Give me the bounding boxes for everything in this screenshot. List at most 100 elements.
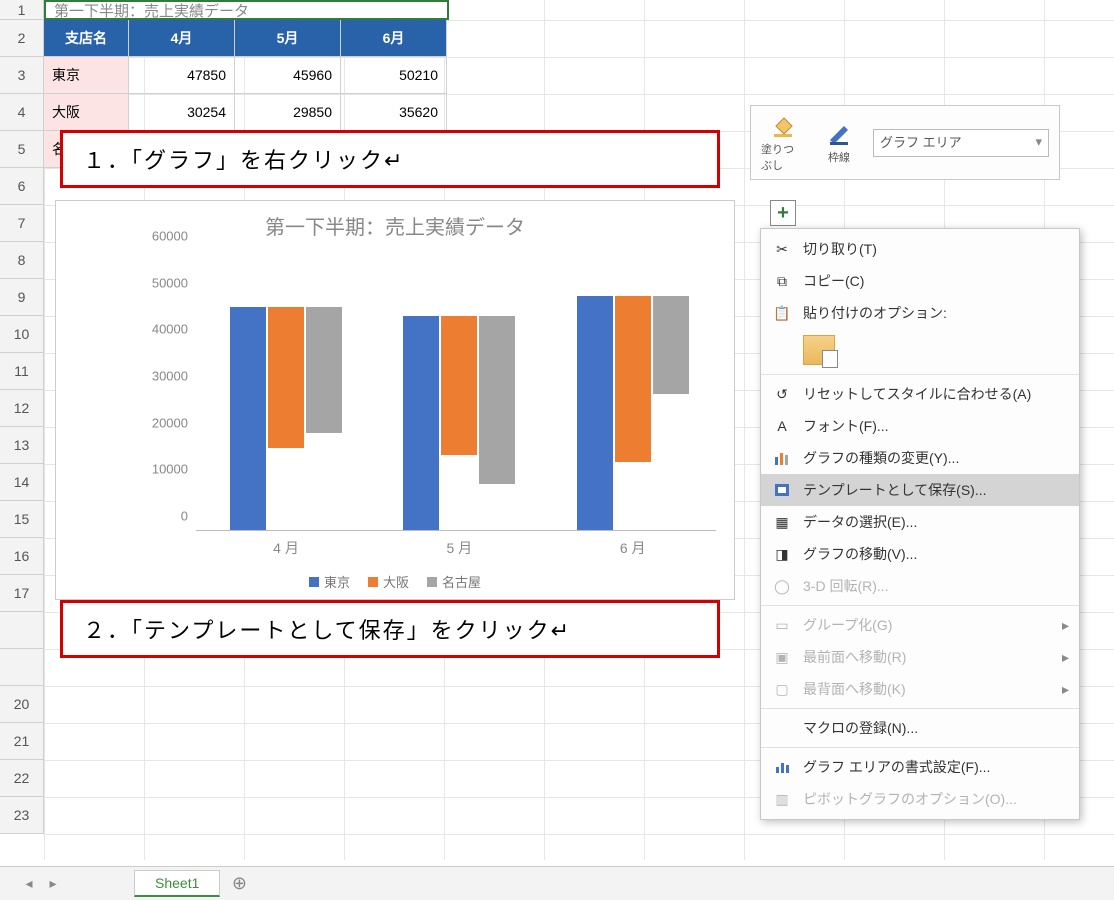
sheet-tab[interactable]: Sheet1 (134, 870, 220, 897)
bar[interactable] (577, 296, 613, 530)
outline-button[interactable]: 枠線 (817, 121, 861, 165)
submenu-arrow-icon: ▸ (1062, 617, 1069, 634)
reset-icon: ↺ (771, 385, 793, 403)
legend-swatch-icon (368, 577, 378, 587)
cell[interactable]: 30254 (129, 94, 235, 131)
format-icon (771, 758, 793, 776)
row-header[interactable]: 21 (0, 723, 44, 760)
font-icon: A (771, 417, 793, 435)
row-header[interactable]: 15 (0, 501, 44, 538)
row-header[interactable]: 16 (0, 538, 44, 575)
bar-group: 6 月 (563, 296, 703, 530)
menu-separator (761, 708, 1079, 709)
menu-select-data[interactable]: ▦ データの選択(E)... (761, 506, 1079, 538)
row-headers: 1 2 3 4 5 6 7 8 9 10 11 12 13 14 15 16 1… (0, 0, 44, 834)
menu-label: 最前面へ移動(R) (803, 647, 906, 667)
row-header[interactable]: 11 (0, 353, 44, 390)
legend-item[interactable]: 大阪 (368, 572, 409, 591)
cell[interactable]: 35620 (341, 94, 447, 131)
row-header[interactable]: 7 (0, 205, 44, 242)
legend-item[interactable]: 東京 (309, 572, 350, 591)
cell[interactable]: 29850 (235, 94, 341, 131)
menu-save-as-template[interactable]: テンプレートとして保存(S)... (761, 474, 1079, 506)
cell[interactable]: 47850 (129, 57, 235, 94)
menu-label: 切り取り(T) (803, 239, 877, 259)
row-header[interactable] (0, 649, 44, 686)
row-header[interactable]: 22 (0, 760, 44, 797)
bar[interactable] (403, 316, 439, 530)
row-header[interactable]: 5 (0, 131, 44, 168)
menu-separator (761, 747, 1079, 748)
y-tick: 50000 (152, 275, 188, 290)
cell[interactable]: 50210 (341, 57, 447, 94)
cell[interactable]: 45960 (235, 57, 341, 94)
row-header[interactable]: 14 (0, 464, 44, 501)
chart-plus-button[interactable]: + (770, 200, 796, 226)
move-chart-icon: ◨ (771, 545, 793, 563)
bar[interactable] (479, 316, 515, 484)
menu-paste-icon[interactable] (761, 329, 1079, 371)
title-cell[interactable]: 第一下半期：売上実績データ (44, 0, 449, 20)
row-header[interactable] (0, 612, 44, 649)
bar[interactable] (441, 316, 477, 455)
row-header[interactable]: 6 (0, 168, 44, 205)
y-axis: 0100002000030000400005000060000 (136, 251, 196, 531)
menu-separator (761, 374, 1079, 375)
menu-reset-style[interactable]: ↺ リセットしてスタイルに合わせる(A) (761, 378, 1079, 410)
header-name[interactable]: 支店名 (44, 20, 129, 57)
menu-label: 貼り付けのオプション: (803, 303, 947, 323)
row-header[interactable]: 12 (0, 390, 44, 427)
bar[interactable] (230, 307, 266, 530)
bar[interactable] (615, 296, 651, 462)
menu-font[interactable]: A フォント(F)... (761, 410, 1079, 442)
tab-nav-prev[interactable]: ◂ (20, 875, 38, 892)
row-header[interactable]: 13 (0, 427, 44, 464)
row-header[interactable]: 9 (0, 279, 44, 316)
clipboard-icon: 📋 (771, 304, 793, 322)
menu-group: ▭ グループ化(G) ▸ (761, 609, 1079, 641)
header-m3[interactable]: 6月 (341, 20, 447, 57)
select-data-icon: ▦ (771, 513, 793, 531)
pivot-icon: ▥ (771, 790, 793, 808)
menu-cut[interactable]: ✂ 切り取り(T) (761, 233, 1079, 265)
menu-change-chart-type[interactable]: グラフの種類の変更(Y)... (761, 442, 1079, 474)
bar[interactable] (306, 307, 342, 433)
cell[interactable]: 東京 (44, 57, 129, 94)
row-header[interactable]: 1 (0, 0, 44, 20)
row-header[interactable]: 17 (0, 575, 44, 612)
menu-label: ピボットグラフのオプション(O)... (803, 789, 1017, 809)
header-m2[interactable]: 5月 (235, 20, 341, 57)
add-sheet-button[interactable]: ⊕ (226, 871, 252, 897)
row-header[interactable]: 20 (0, 686, 44, 723)
row-header[interactable]: 2 (0, 20, 44, 57)
paste-option-icon[interactable] (803, 335, 835, 365)
menu-move-chart[interactable]: ◨ グラフの移動(V)... (761, 538, 1079, 570)
fill-button[interactable]: 塗りつぶし (761, 113, 805, 173)
row-header[interactable]: 10 (0, 316, 44, 353)
send-back-icon: ▢ (771, 680, 793, 698)
fill-label: 塗りつぶし (761, 141, 805, 173)
menu-label: フォント(F)... (803, 416, 889, 436)
menu-label: 3-D 回転(R)... (803, 576, 889, 596)
bar[interactable] (653, 296, 689, 394)
cell[interactable]: 大阪 (44, 94, 129, 131)
y-tick: 30000 (152, 369, 188, 384)
row-header[interactable]: 4 (0, 94, 44, 131)
submenu-arrow-icon: ▸ (1062, 649, 1069, 666)
chart[interactable]: 第一下半期：売上実績データ 01000020000300004000050000… (55, 200, 735, 600)
bar[interactable] (268, 307, 304, 448)
chart-area-dropdown[interactable]: グラフ エリア (873, 129, 1049, 157)
legend-item[interactable]: 名古屋 (427, 572, 481, 591)
menu-copy[interactable]: ⧉ コピー(C) (761, 265, 1079, 297)
legend-swatch-icon (427, 577, 437, 587)
x-label: 4 月 (216, 538, 356, 558)
row-header[interactable]: 23 (0, 797, 44, 834)
menu-format-chart-area[interactable]: グラフ エリアの書式設定(F)... (761, 751, 1079, 783)
menu-assign-macro[interactable]: マクロの登録(N)... (761, 712, 1079, 744)
header-m1[interactable]: 4月 (129, 20, 235, 57)
tab-nav-next[interactable]: ▸ (44, 875, 62, 892)
row-header[interactable]: 3 (0, 57, 44, 94)
outline-label: 枠線 (828, 149, 850, 165)
rotate-3d-icon: ◯ (771, 577, 793, 595)
row-header[interactable]: 8 (0, 242, 44, 279)
